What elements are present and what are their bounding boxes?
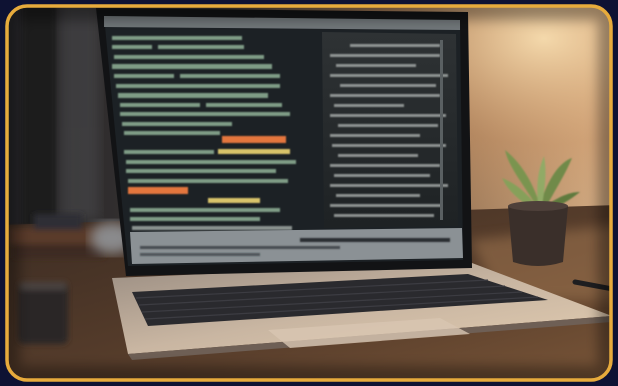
code-line-white (132, 226, 292, 230)
window-post (22, 7, 56, 230)
side-panel (322, 32, 458, 228)
photo (8, 7, 610, 379)
code-keyword (208, 198, 260, 203)
plant-pot (508, 206, 568, 266)
laptop-screen (96, 8, 472, 276)
code-highlight (222, 136, 286, 143)
window-pane (60, 7, 100, 220)
code-keyword (218, 149, 290, 154)
code-highlight (128, 187, 188, 194)
pot-rim (508, 201, 568, 211)
scrollbar (440, 40, 443, 220)
mug (18, 282, 68, 344)
photo-scene (0, 0, 618, 386)
